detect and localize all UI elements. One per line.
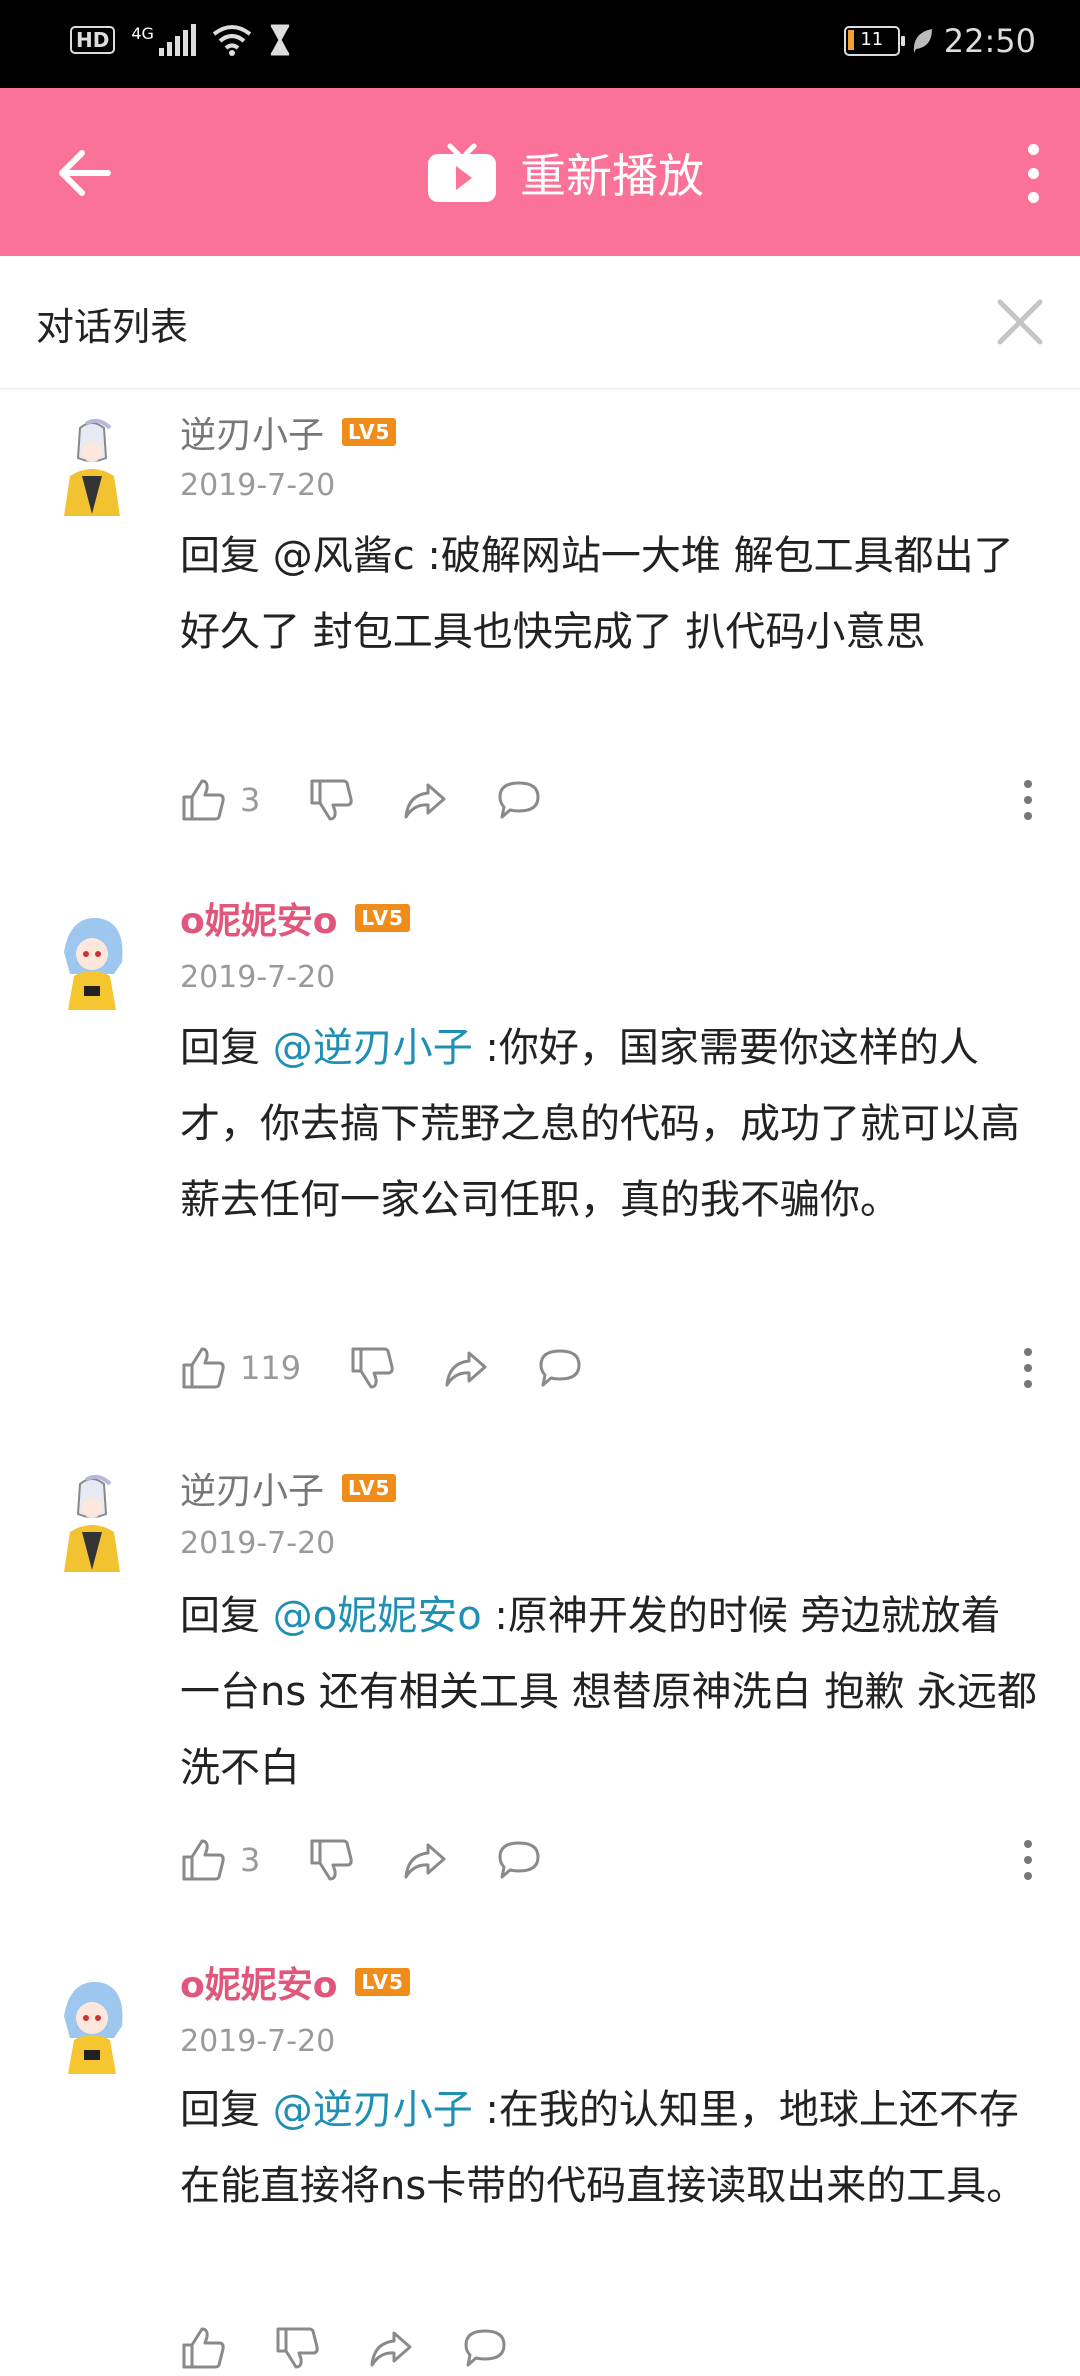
like-button[interactable] — [180, 2325, 226, 2371]
comment-icon — [464, 2329, 506, 2367]
comment-actions: 3 — [180, 772, 590, 828]
more-vertical-icon[interactable] — [1024, 1348, 1032, 1396]
like-count: 119 — [240, 1349, 302, 1387]
reply-prefix: 回复 — [180, 1025, 273, 1071]
status-right: 11 22:50 — [843, 22, 1036, 60]
more-vertical-icon[interactable] — [1024, 780, 1032, 828]
reply-button[interactable] — [496, 777, 542, 823]
thumbs-down-icon — [351, 1347, 394, 1389]
avatar[interactable] — [50, 912, 134, 1016]
dislike-button[interactable] — [349, 1345, 395, 1391]
thumbs-up-icon — [182, 1839, 225, 1881]
signal-label: 4G — [131, 24, 154, 43]
share-icon — [370, 2331, 412, 2367]
dialog-header: 对话列表 — [0, 256, 1080, 389]
reply-prefix: 回复 — [180, 533, 273, 579]
wifi-icon — [212, 25, 252, 56]
avatar[interactable] — [50, 418, 134, 522]
status-bar: HD 4G 11 22:50 — [0, 0, 1080, 88]
thumbs-down-icon — [310, 1839, 354, 1881]
like-button[interactable]: 3 — [180, 777, 260, 823]
share-icon — [445, 1351, 487, 1387]
comment-text: 回复 @o妮妮安o :原神开发的时候 旁边就放着一台ns 还有相关工具 想替原神… — [180, 1578, 1040, 1806]
like-count: 3 — [240, 1841, 261, 1879]
comment-item: o妮妮安o LV5 2019-7-20 回复 @逆刃小子 :在我的认知里，地球上… — [0, 1916, 1080, 2369]
more-vertical-icon[interactable] — [1026, 144, 1040, 204]
comment-actions: 119 — [180, 1340, 631, 1396]
close-icon[interactable] — [992, 294, 1048, 350]
comment-text: 回复 @逆刃小子 :在我的认知里，地球上还不存在能直接将ns卡带的代码直接读取出… — [180, 2072, 1040, 2224]
reply-button[interactable] — [496, 1837, 542, 1883]
like-count: 3 — [240, 781, 261, 819]
reply-button[interactable] — [462, 2325, 508, 2371]
thumbs-up-icon — [182, 1347, 225, 1389]
dislike-button[interactable] — [308, 1837, 354, 1883]
level-badge: LV5 — [355, 1968, 410, 1996]
mention-link[interactable]: @逆刃小子 — [273, 2087, 473, 2133]
comment-actions: 3 — [180, 1832, 590, 1888]
comment-header: o妮妮安o LV5 — [180, 892, 410, 944]
share-button[interactable] — [402, 1837, 448, 1883]
arrow-left-icon[interactable] — [50, 138, 120, 208]
share-button[interactable] — [402, 777, 448, 823]
hd-badge: HD — [70, 26, 116, 54]
app-bar: 重新播放 — [0, 88, 1080, 256]
thumbs-down-icon — [310, 779, 354, 821]
comment-item: o妮妮安o LV5 2019-7-20 回复 @逆刃小子 :你好，国家需要你这样… — [0, 852, 1080, 1424]
share-icon — [404, 783, 446, 819]
status-time: 22:50 — [943, 22, 1036, 60]
comment-date: 2019-7-20 — [180, 468, 336, 503]
reply-prefix: 回复 — [180, 2087, 273, 2133]
dislike-button[interactable] — [274, 2325, 320, 2371]
like-button[interactable]: 3 — [180, 1837, 260, 1883]
share-button[interactable] — [368, 2325, 414, 2371]
reply-prefix: 回复 — [180, 1593, 273, 1639]
comment-date: 2019-7-20 — [180, 1526, 336, 1561]
share-icon — [404, 1843, 446, 1879]
avatar[interactable] — [50, 1474, 134, 1578]
mention-link[interactable]: @o妮妮安o — [273, 1593, 482, 1639]
status-left: HD 4G — [70, 24, 292, 56]
thumbs-up-icon — [182, 2327, 225, 2369]
username[interactable]: o妮妮安o — [180, 892, 337, 944]
page-title: 重新播放 — [520, 149, 704, 203]
username[interactable]: 逆刃小子 — [180, 1462, 324, 1514]
comment-item: 逆刃小子 LV5 2019-7-20 回复 @o妮妮安o :原神开发的时候 旁边… — [0, 1422, 1080, 1918]
level-badge: LV5 — [342, 418, 397, 446]
comment-item: 逆刃小子 LV5 2019-7-20 回复 @风酱c :破解网站一大堆 解包工具… — [0, 390, 1080, 854]
username[interactable]: 逆刃小子 — [180, 406, 324, 458]
replay-button[interactable]: 重新播放 — [426, 140, 704, 206]
signal-icon: 4G — [131, 24, 196, 56]
comment-text: 回复 @风酱c :破解网站一大堆 解包工具都出了好久了 封包工具也快完成了 扒代… — [180, 518, 1040, 670]
battery-icon: 11 — [843, 26, 905, 56]
mention-link[interactable]: @逆刃小子 — [273, 1025, 473, 1071]
comment-actions — [180, 2320, 556, 2376]
comment-icon — [498, 1841, 540, 1879]
dislike-button[interactable] — [308, 777, 354, 823]
battery-level: 11 — [860, 29, 884, 50]
hourglass-icon — [270, 24, 290, 56]
like-button[interactable]: 119 — [180, 1345, 301, 1391]
avatar[interactable] — [50, 1976, 134, 2080]
share-button[interactable] — [443, 1345, 489, 1391]
reply-button[interactable] — [537, 1345, 583, 1391]
comment-date: 2019-7-20 — [180, 2024, 336, 2059]
more-vertical-icon[interactable] — [1024, 1840, 1032, 1888]
level-badge: LV5 — [355, 904, 410, 932]
thumbs-up-icon — [182, 779, 225, 821]
username[interactable]: o妮妮安o — [180, 1956, 337, 2008]
comment-date: 2019-7-20 — [180, 960, 336, 995]
comment-header: 逆刃小子 LV5 — [180, 406, 397, 458]
thumbs-down-icon — [276, 2327, 319, 2369]
comment-text: 回复 @逆刃小子 :你好，国家需要你这样的人才，你去搞下荒野之息的代码，成功了就… — [180, 1010, 1040, 1238]
tv-play-icon — [428, 143, 496, 202]
level-badge: LV5 — [342, 1474, 397, 1502]
comment-header: o妮妮安o LV5 — [180, 1956, 410, 2008]
comment-header: 逆刃小子 LV5 — [180, 1462, 397, 1514]
mention-link[interactable]: @风酱c — [273, 533, 415, 579]
leaf-icon — [913, 29, 932, 53]
comment-icon — [498, 781, 540, 819]
dialog-title: 对话列表 — [36, 305, 189, 349]
comment-icon — [539, 1349, 581, 1387]
